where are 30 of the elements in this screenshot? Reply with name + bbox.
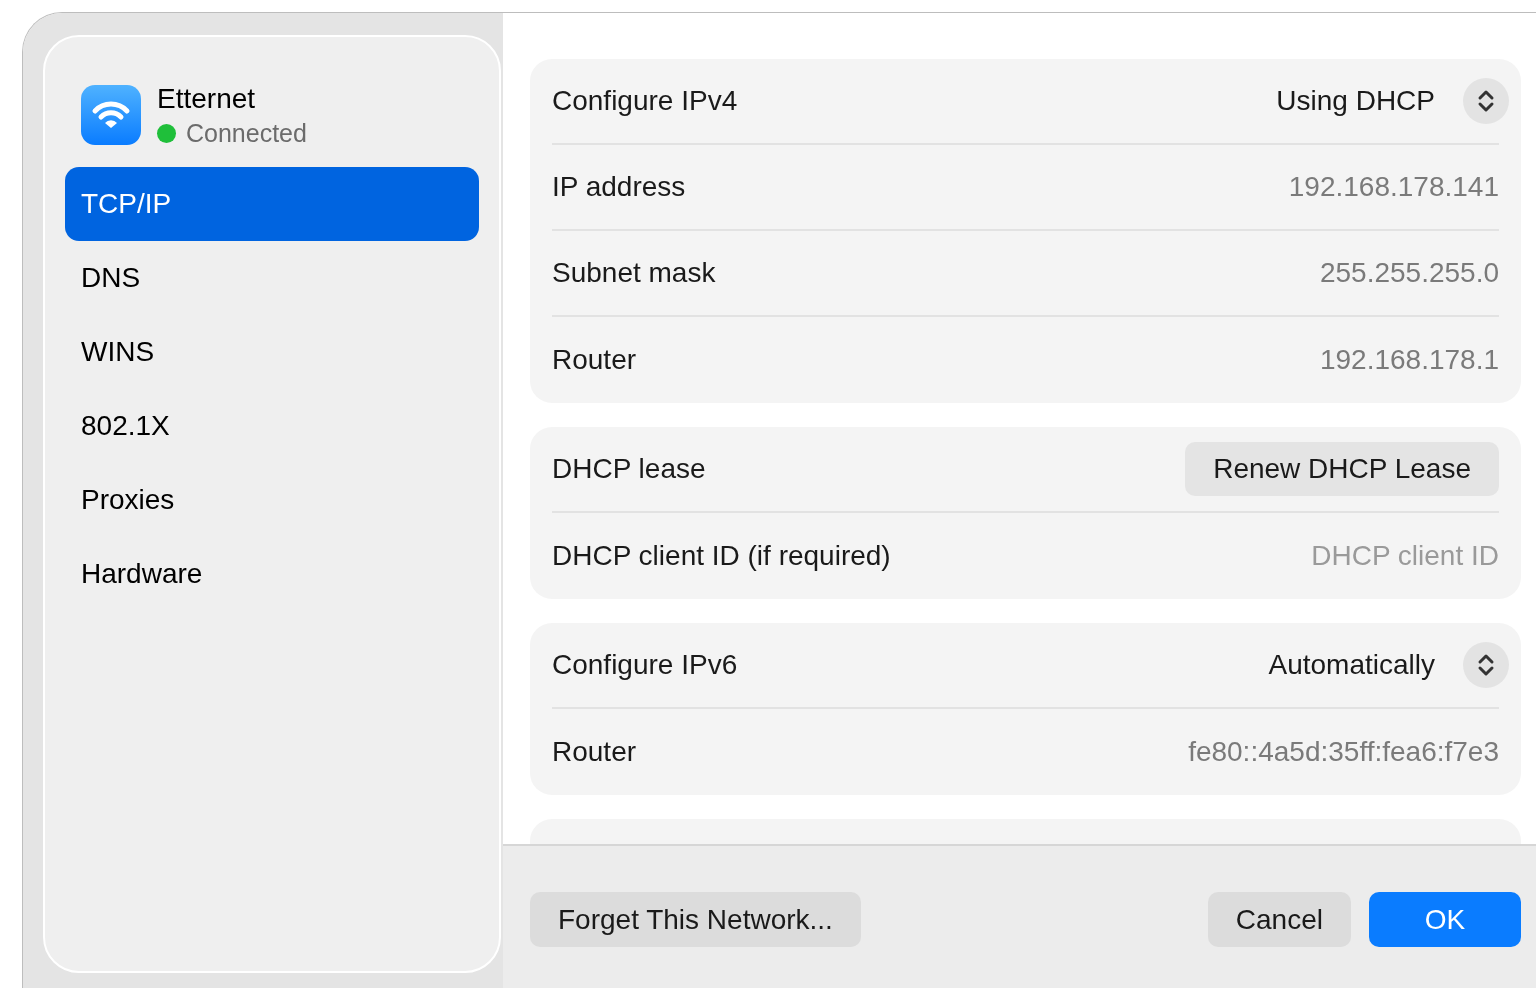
row-label: Router (552, 343, 637, 377)
status-text: Connected (186, 118, 307, 149)
sidebar-item[interactable]: Proxies (65, 463, 479, 537)
renew-button[interactable]: Renew DHCP Lease (1185, 442, 1499, 496)
chevron-updown-icon (1463, 78, 1509, 124)
row-value: 192.168.178.141 (1288, 170, 1499, 204)
network-name: Etternet (157, 82, 257, 116)
wifi-icon (81, 85, 141, 145)
row-value: 192.168.178.1 (1319, 343, 1499, 377)
row-value: fe80::4a5d:35ff:fea6:f7e3 (1188, 735, 1499, 769)
row-label: Router (552, 735, 637, 769)
popup-button[interactable]: Automatically (1268, 642, 1509, 688)
popup-button[interactable]: Using DHCP (1276, 78, 1509, 124)
row-label: Configure IPv6 (552, 648, 738, 682)
sidebar-item[interactable]: TCP/IP (65, 167, 479, 241)
footer-button[interactable]: Cancel (1207, 892, 1351, 947)
sidebar-item[interactable]: DNS (65, 241, 479, 315)
row-label: IP address (552, 170, 686, 204)
row-label: DHCP client ID (if required) (552, 539, 891, 573)
sidebar-item[interactable]: Hardware (65, 537, 479, 611)
client-id-field[interactable]: DHCP client ID (1199, 535, 1499, 577)
row-label: DHCP lease (552, 452, 706, 486)
sidebar-item[interactable]: 802.1X (65, 389, 479, 463)
ok-button[interactable]: OK (1369, 892, 1521, 947)
row-label: Configure IPv4 (552, 84, 738, 118)
footer-button[interactable]: Forget This Network... (530, 892, 861, 947)
row-label: Subnet mask (552, 256, 716, 290)
row-value: 255.255.255.0 (1319, 256, 1499, 290)
chevron-updown-icon (1463, 642, 1509, 688)
sidebar-item[interactable]: WINS (65, 315, 479, 389)
